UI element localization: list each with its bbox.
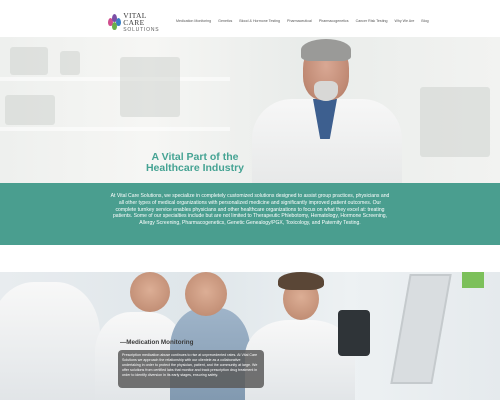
green-lab-item [462,272,484,288]
doctor-beard [314,81,338,101]
logo-drops-icon [108,13,121,31]
nav-item-medication-monitoring[interactable]: Medication Monitoring [176,19,211,23]
doctor-hair [301,39,351,61]
lab-equipment [5,95,55,125]
nav-item-genetics[interactable]: Genetics [218,19,232,23]
microscope [338,310,370,356]
lab-worker-figure [0,282,100,400]
nav-item-blog[interactable]: Blog [421,19,428,23]
lab-equipment [420,87,490,157]
lab-worker-hair [278,272,324,290]
nav-item-blood-hormone-testing[interactable]: Blood & Hormone Testing [239,19,280,23]
nav-item-pharmacogenetics[interactable]: Pharmacogenetics [319,19,349,23]
lab-equipment [10,47,48,75]
logo-subname: SOLUTIONS [123,26,160,33]
lab-shelf [0,77,230,81]
hero-title: A Vital Part of the Healthcare Industry [145,151,245,175]
section-spacer [0,245,500,272]
lab-shelf [0,127,230,131]
logo-name: VITAL CARE [123,10,147,27]
site-header: VITAL CARE SOLUTIONS Medication Monitori… [0,0,500,37]
main-nav: Medication Monitoring Genetics Blood & H… [176,19,436,23]
hero-banner: A Vital Part of the Healthcare Industry [0,37,500,183]
lab-worker-face [185,272,227,316]
lab-monitor [390,274,452,384]
medication-monitoring-title: —Medication Monitoring [120,339,194,346]
medication-monitoring-box: Prescription medication abuse continues … [118,350,264,388]
intro-band: At Vital Care Solutions, we specialize i… [0,183,500,245]
lab-team-section: —Medication Monitoring Prescription medi… [0,272,500,400]
lab-worker-face [130,272,170,312]
nav-item-pharmaceutical[interactable]: Pharmaceutical [287,19,312,23]
lab-equipment [120,57,180,117]
nav-item-cancer-risk-testing[interactable]: Cancer Risk Testing [356,19,388,23]
nav-item-why-we-are[interactable]: Why We Are [394,19,414,23]
medication-monitoring-text: Prescription medication abuse continues … [122,353,258,377]
logo[interactable]: VITAL CARE SOLUTIONS [108,11,164,33]
intro-text: At Vital Care Solutions, we specialize i… [110,193,390,227]
lab-equipment [60,51,80,75]
